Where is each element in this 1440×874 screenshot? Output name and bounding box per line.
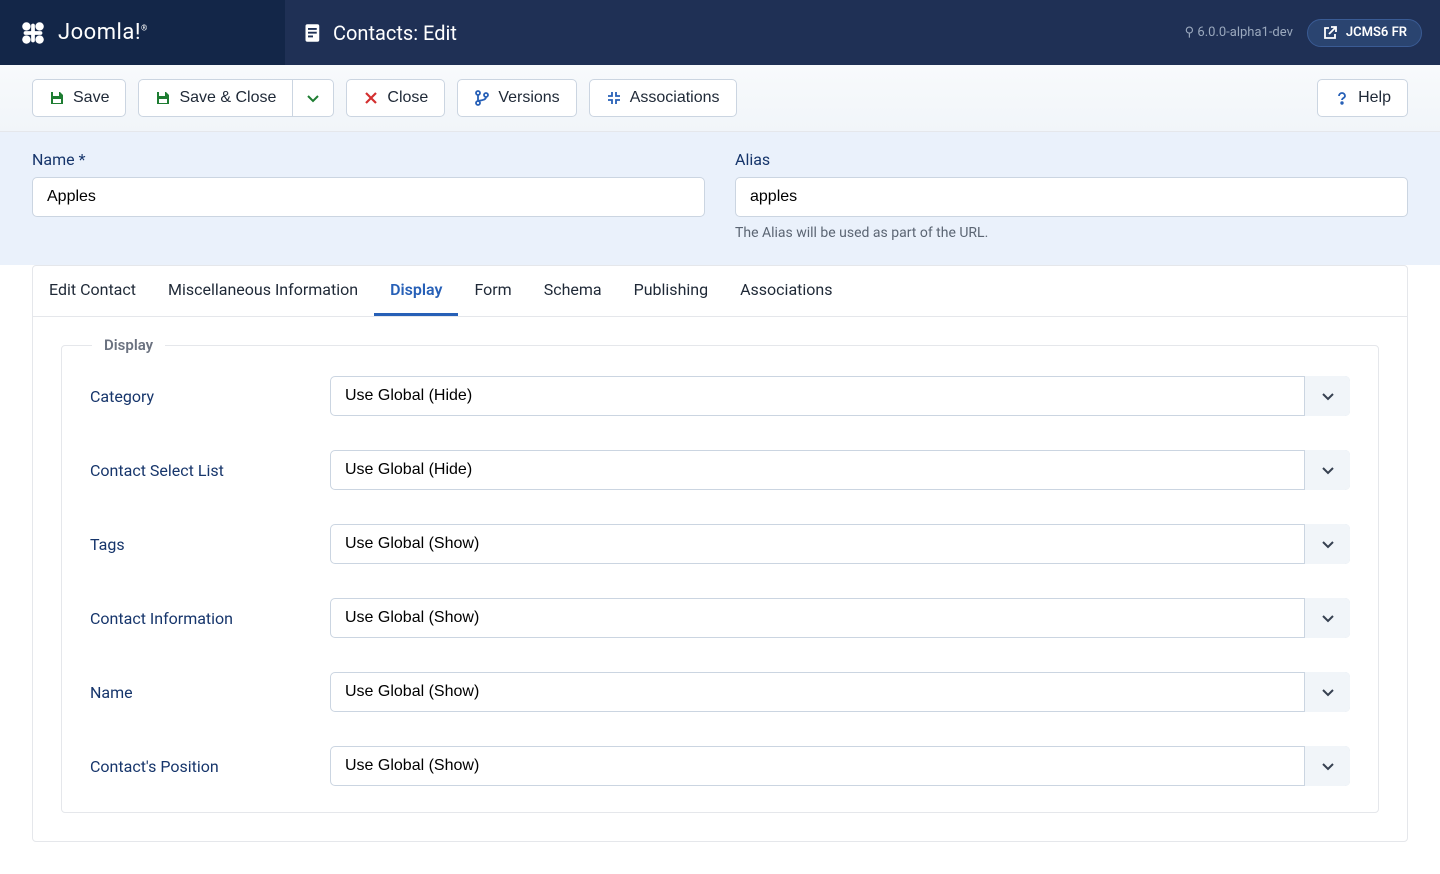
select-wrap	[330, 672, 1350, 712]
branch-icon	[474, 90, 490, 106]
form-row: Tags	[90, 524, 1350, 564]
page-title-area: Contacts: Edit	[285, 0, 1167, 65]
row-label: Contact's Position	[90, 757, 330, 776]
header-right: ⚲ 6.0.0-alpha1-dev JCMS6 FR	[1167, 0, 1440, 65]
form-row: Category	[90, 376, 1350, 416]
joomla-logo-icon	[18, 18, 48, 48]
brand-text: Joomla!®	[58, 20, 148, 45]
versions-button[interactable]: Versions	[457, 79, 576, 117]
row-label: Contact Information	[90, 609, 330, 628]
select-category[interactable]	[330, 376, 1350, 416]
select-wrap	[330, 376, 1350, 416]
select-name[interactable]	[330, 672, 1350, 712]
select-wrap	[330, 746, 1350, 786]
select-wrap	[330, 450, 1350, 490]
tab-edit-contact[interactable]: Edit Contact	[33, 266, 152, 316]
form-row: Contact Select List	[90, 450, 1350, 490]
row-label: Category	[90, 387, 330, 406]
header: Joomla!® Contacts: Edit ⚲ 6.0.0-alpha1-d…	[0, 0, 1440, 65]
contact-icon	[303, 23, 323, 43]
brand-area[interactable]: Joomla!®	[0, 0, 285, 65]
tab-publishing[interactable]: Publishing	[618, 266, 724, 316]
save-icon	[49, 90, 65, 106]
help-icon	[1334, 90, 1350, 106]
tab-form[interactable]: Form	[458, 266, 527, 316]
row-label: Contact Select List	[90, 461, 330, 480]
name-input[interactable]	[32, 177, 705, 217]
tab-display[interactable]: Display	[374, 266, 458, 316]
select-wrap	[330, 524, 1350, 564]
alias-label: Alias	[735, 150, 1408, 169]
alias-input[interactable]	[735, 177, 1408, 217]
version-icon: ⚲	[1185, 25, 1195, 40]
save-icon	[155, 90, 171, 106]
external-link-icon	[1322, 25, 1338, 41]
close-button[interactable]: Close	[346, 79, 445, 117]
site-name: JCMS6 FR	[1346, 25, 1407, 40]
help-button[interactable]: Help	[1317, 79, 1408, 117]
select-contact-s-position[interactable]	[330, 746, 1350, 786]
associations-button[interactable]: Associations	[589, 79, 737, 117]
select-tags[interactable]	[330, 524, 1350, 564]
site-link[interactable]: JCMS6 FR	[1307, 19, 1422, 47]
form-row: Name	[90, 672, 1350, 712]
version-text: ⚲ 6.0.0-alpha1-dev	[1185, 25, 1293, 40]
display-fieldset: Display CategoryContact Select ListTagsC…	[61, 345, 1379, 813]
form-row: Contact Information	[90, 598, 1350, 638]
save-close-group: Save & Close	[138, 79, 334, 117]
form-row: Contact's Position	[90, 746, 1350, 786]
select-contact-select-list[interactable]	[330, 450, 1350, 490]
tab-associations[interactable]: Associations	[724, 266, 848, 316]
page-title: Contacts: Edit	[333, 21, 457, 45]
main-card: Edit ContactMiscellaneous InformationDis…	[32, 265, 1408, 842]
chevron-down-icon	[305, 90, 321, 106]
tab-content-display: Display Category Contact Select List Tags C…	[33, 317, 1407, 841]
alias-help-text: The Alias will be used as part of the UR…	[735, 225, 1408, 241]
row-label: Tags	[90, 535, 330, 554]
contract-icon	[606, 90, 622, 106]
close-icon	[363, 90, 379, 106]
form-header-fields: Name * Alias The Alias will be used as p…	[0, 132, 1440, 265]
save-dropdown-button[interactable]	[292, 79, 334, 117]
save-close-button[interactable]: Save & Close	[138, 79, 292, 117]
select-contact-information[interactable]	[330, 598, 1350, 638]
tab-schema[interactable]: Schema	[528, 266, 618, 316]
select-wrap	[330, 598, 1350, 638]
fieldset-legend: Display	[92, 336, 165, 354]
row-label: Name	[90, 683, 330, 702]
name-label: Name *	[32, 150, 705, 169]
tabs: Edit ContactMiscellaneous InformationDis…	[33, 266, 1407, 317]
save-button[interactable]: Save	[32, 79, 126, 117]
tab-miscellaneous-information[interactable]: Miscellaneous Information	[152, 266, 374, 316]
toolbar: Save Save & Close Close Versions Associa…	[0, 65, 1440, 132]
